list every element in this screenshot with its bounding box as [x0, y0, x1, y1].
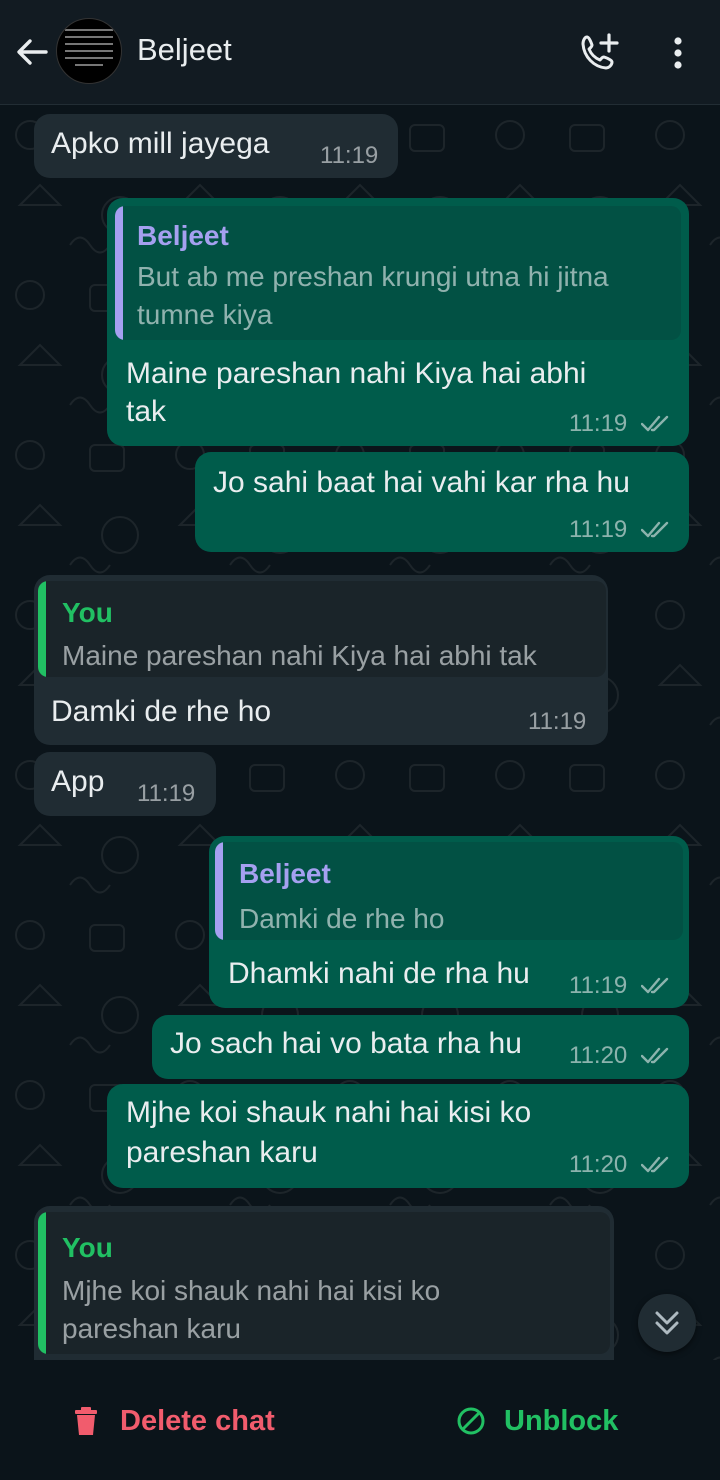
quoted-message[interactable]: Beljeet But ab me preshan krungi utna hi… [115, 206, 681, 340]
quote-text: Maine pareshan nahi Kiya hai abhi tak [62, 640, 537, 671]
double-check-icon [641, 521, 669, 538]
delete-chat-label: Delete chat [120, 1404, 275, 1437]
message-time: 11:20 [569, 1151, 628, 1178]
quote-text-line: pareshan karu [62, 1313, 242, 1344]
contact-name[interactable]: Beljeet [137, 32, 232, 68]
quote-text-line: tumne kiya [137, 299, 273, 330]
message-text: Dhamki nahi de rha hu [228, 957, 530, 990]
quote-sender: You [62, 597, 113, 628]
message-text-line: tak [126, 395, 167, 428]
unblock-label: Unblock [504, 1404, 619, 1437]
double-check-icon [641, 415, 669, 432]
message-time: 11:20 [569, 1042, 628, 1069]
message-text: Apko mill jayega [51, 127, 270, 160]
message-time: 11:19 [569, 410, 628, 437]
quote-text: Damki de rhe ho [239, 903, 445, 934]
message-outgoing[interactable]: Mjhe koi shauk nahi hai kisi ko pareshan… [107, 1084, 689, 1188]
message-incoming[interactable]: You Maine pareshan nahi Kiya hai abhi ta… [34, 575, 608, 745]
double-check-icon [641, 977, 669, 994]
message-time: 11:19 [569, 516, 628, 543]
message-text: App [51, 765, 105, 798]
quote-sender: You [62, 1232, 113, 1263]
double-check-icon [641, 1047, 669, 1064]
message-text: Jo sach hai vo bata rha hu [170, 1027, 522, 1060]
message-text-line: pareshan karu [126, 1136, 318, 1169]
quote-text-line: Mjhe koi shauk nahi hai kisi ko [62, 1275, 441, 1306]
message-outgoing[interactable]: Jo sach hai vo bata rha hu 11:20 [152, 1015, 689, 1079]
chat-header: Beljeet [0, 0, 720, 105]
message-incoming[interactable]: You Mjhe koi shauk nahi hai kisi ko pare… [34, 1206, 614, 1360]
trash-icon [75, 1407, 97, 1435]
message-time: 11:19 [569, 972, 628, 999]
message-incoming[interactable]: Apko mill jayega 11:19 [34, 114, 398, 178]
quote-sender: Beljeet [239, 858, 331, 889]
double-check-icon [641, 1156, 669, 1173]
message-time: 11:19 [528, 708, 587, 735]
quoted-message[interactable]: Beljeet Damki de rhe ho [215, 842, 683, 940]
add-call-icon[interactable] [578, 32, 620, 74]
message-text-line: Maine pareshan nahi Kiya hai abhi [126, 357, 587, 390]
quote-text-line: But ab me preshan krungi utna hi jitna [137, 261, 609, 292]
message-outgoing[interactable]: Beljeet Damki de rhe ho Dhamki nahi de r… [209, 836, 689, 1008]
message-incoming[interactable]: App 11:19 [34, 752, 216, 816]
double-chevron-down-icon [655, 1311, 679, 1335]
quoted-message[interactable]: You Mjhe koi shauk nahi hai kisi ko pare… [38, 1212, 610, 1354]
delete-chat-button[interactable]: Delete chat [72, 1398, 275, 1444]
message-outgoing[interactable]: Beljeet But ab me preshan krungi utna hi… [107, 198, 689, 446]
quoted-message[interactable]: You Maine pareshan nahi Kiya hai abhi ta… [38, 581, 606, 677]
scroll-to-bottom-button[interactable] [638, 1294, 696, 1352]
back-arrow-icon[interactable] [12, 32, 52, 72]
message-text: Jo sahi baat hai vahi kar rha hu [213, 466, 630, 499]
quote-sender: Beljeet [137, 220, 229, 251]
message-text-line: Mjhe koi shauk nahi hai kisi ko [126, 1096, 532, 1129]
message-text: Damki de rhe ho [51, 695, 272, 728]
unblock-button[interactable]: Unblock [456, 1398, 618, 1444]
unblock-icon [457, 1407, 485, 1435]
message-outgoing[interactable]: Jo sahi baat hai vahi kar rha hu 11:19 [195, 452, 689, 552]
more-vert-icon[interactable] [664, 34, 692, 74]
message-time: 11:19 [137, 780, 196, 807]
avatar[interactable] [56, 18, 122, 84]
message-time: 11:19 [320, 142, 379, 169]
